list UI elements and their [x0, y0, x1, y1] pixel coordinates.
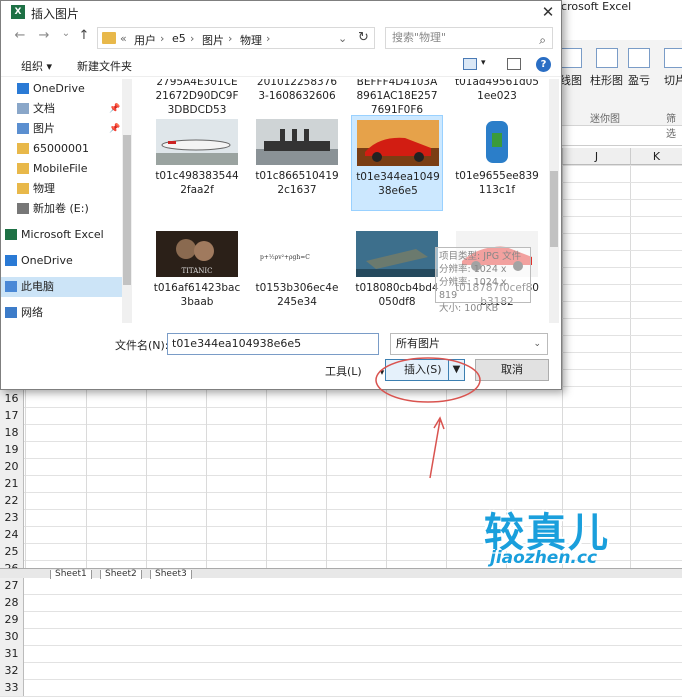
- row-header[interactable]: 27: [0, 577, 24, 594]
- row-header[interactable]: 28: [0, 594, 24, 611]
- watermark-url: jiaozhen.cc: [490, 548, 598, 568]
- row-header[interactable]: 29: [0, 611, 24, 628]
- grid-line: [0, 679, 682, 680]
- annotation-overlay: [375, 357, 481, 479]
- grid-line: [0, 594, 682, 595]
- grid-line: [0, 662, 682, 663]
- row-header[interactable]: 32: [0, 662, 24, 679]
- annotation-arrow: [429, 419, 441, 479]
- row-header[interactable]: 30: [0, 628, 24, 645]
- watermark: 较真儿 jiaozhen.cc: [480, 500, 682, 578]
- grid-line: [0, 645, 682, 646]
- row-header[interactable]: 31: [0, 645, 24, 662]
- grid-line: [0, 628, 682, 629]
- grid-line: [0, 611, 682, 612]
- highlight-circle: [375, 357, 481, 403]
- row-header[interactable]: 33: [0, 679, 24, 696]
